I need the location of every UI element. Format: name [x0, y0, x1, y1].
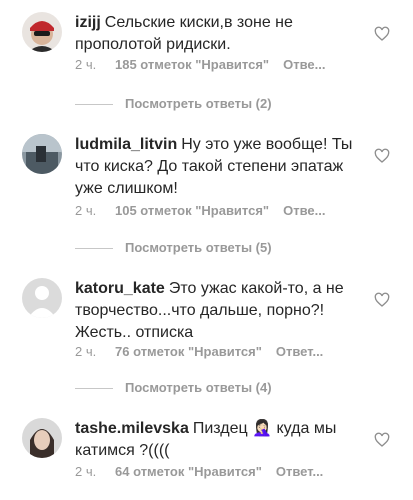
comment-time: 2 ч.	[75, 203, 97, 218]
comment-meta: 2 ч. 64 отметок "Нравится" Ответ...	[75, 464, 323, 479]
comment-body: katoru_kate Это ужас какой-то, а не творч…	[75, 278, 365, 344]
comment-body: ludmila_litvin Ну это уже вообще! Ты что …	[75, 134, 365, 200]
comment-username[interactable]: izijj	[75, 14, 101, 31]
reply-button[interactable]: Ответ...	[276, 344, 323, 359]
heart-icon[interactable]	[374, 432, 390, 448]
view-replies-button[interactable]: Посмотреть ответы (4)	[75, 380, 272, 395]
divider-line	[75, 388, 113, 390]
view-replies-button[interactable]: Посмотреть ответы (5)	[75, 240, 272, 255]
comment-likes[interactable]: 185 отметок "Нравится"	[115, 57, 269, 72]
comment-meta: 2 ч. 185 отметок "Нравится" Отве...	[75, 57, 325, 72]
comment-time: 2 ч.	[75, 344, 97, 359]
heart-icon[interactable]	[374, 148, 390, 164]
reply-button[interactable]: Отве...	[283, 203, 325, 218]
avatar[interactable]	[22, 12, 62, 52]
comment-likes[interactable]: 105 отметок "Нравится"	[115, 203, 269, 218]
comment-meta: 2 ч. 76 отметок "Нравится" Ответ...	[75, 344, 323, 359]
heart-icon[interactable]	[374, 292, 390, 308]
comment-body: izijj Сельские киски,в зоне не прополотой…	[75, 12, 365, 56]
view-replies-button[interactable]: Посмотреть ответы (2)	[75, 96, 272, 111]
comment-likes[interactable]: 76 отметок "Нравится"	[115, 344, 262, 359]
reply-button[interactable]: Ответ...	[276, 464, 323, 479]
heart-icon[interactable]	[374, 26, 390, 42]
comment-username[interactable]: ludmila_litvin	[75, 136, 177, 153]
comment-username[interactable]: katoru_kate	[75, 280, 165, 297]
comment-meta: 2 ч. 105 отметок "Нравится" Отве...	[75, 203, 325, 218]
divider-line	[75, 104, 113, 106]
reply-button[interactable]: Отве...	[283, 57, 325, 72]
comment-body: tashe.milevska Пиздец 🤦🏻‍♀️ куда мы катим…	[75, 418, 365, 462]
view-replies-label: Посмотреть ответы (4)	[125, 380, 272, 395]
view-replies-label: Посмотреть ответы (5)	[125, 240, 272, 255]
comment-username[interactable]: tashe.milevska	[75, 420, 189, 437]
comments-list: izijj Сельские киски,в зоне не прополотой…	[0, 0, 413, 500]
comment-time: 2 ч.	[75, 464, 97, 479]
avatar[interactable]	[22, 278, 62, 318]
comment-likes[interactable]: 64 отметок "Нравится"	[115, 464, 262, 479]
divider-line	[75, 248, 113, 250]
comment-time: 2 ч.	[75, 57, 97, 72]
comment-text: Сельские киски,в зоне не прополотой риди…	[75, 14, 293, 53]
avatar[interactable]	[22, 134, 62, 174]
avatar[interactable]	[22, 418, 62, 458]
view-replies-label: Посмотреть ответы (2)	[125, 96, 272, 111]
